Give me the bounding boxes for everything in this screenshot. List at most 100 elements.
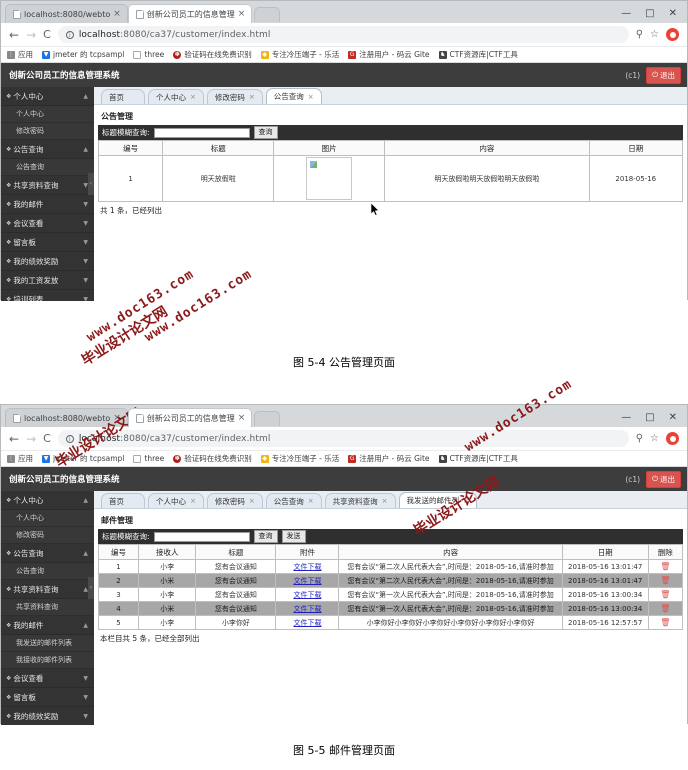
close-icon[interactable]: × (249, 497, 255, 505)
cell-delete[interactable]: 🗑 (647, 587, 684, 602)
bookmark-item[interactable]: ✽ 验证码在线免费识别 (173, 453, 252, 464)
chevron-down-icon[interactable]: ▼ (83, 296, 88, 302)
file-download-link[interactable]: 文件下载 (293, 619, 321, 627)
close-icon[interactable]: × (249, 93, 255, 101)
trash-icon[interactable]: 🗑 (660, 576, 670, 585)
avatar[interactable] (666, 432, 679, 445)
chevron-up-icon[interactable]: ▲ (83, 497, 88, 504)
close-icon[interactable]: × (190, 497, 196, 505)
logout-button[interactable]: ⏻ 退出 (646, 470, 681, 488)
address-bar-2[interactable]: i localhost:8080/ca37/customer/index.htm… (57, 430, 629, 447)
bookmark-item[interactable]: ⋮ 应用 (7, 49, 33, 60)
tab-home[interactable]: 首页 (101, 493, 145, 508)
cell-attachment[interactable]: 文件下载 (275, 573, 340, 588)
tab-change-password[interactable]: 修改密码 × (206, 89, 263, 104)
tab-announcement-query[interactable]: 公告查询 × (265, 493, 322, 508)
chevron-up-icon[interactable]: ▲ (83, 93, 88, 100)
forward-icon[interactable]: → (26, 29, 36, 41)
file-download-link[interactable]: 文件下载 (293, 577, 321, 585)
trash-icon[interactable]: 🗑 (660, 590, 670, 599)
logout-button[interactable]: ⏻ 退出 (646, 66, 681, 84)
sidebar-item-training-list[interactable]: ❖ 培训列表 ▼ (1, 290, 94, 301)
bookmark-star-icon[interactable]: ☆ (650, 29, 659, 40)
bookmark-item[interactable]: G 注册用户 - 码云 Gite (348, 453, 430, 464)
reload-icon[interactable]: C (43, 432, 51, 445)
browser-tab-1[interactable]: localhost:8080/webto × (5, 4, 128, 23)
file-download-link[interactable]: 文件下载 (293, 591, 321, 599)
sidebar-item-my-mail[interactable]: ❖ 我的邮件 ▼ (1, 195, 94, 214)
cell-attachment[interactable]: 文件下载 (275, 601, 340, 616)
file-download-link[interactable]: 文件下载 (293, 563, 321, 571)
sidebar-item-shared-docs[interactable]: ❖ 共享资料查询 ▲ (1, 580, 94, 599)
close-icon[interactable]: × (308, 93, 314, 101)
sidebar-item-shared-docs[interactable]: ❖ 共享资料查询 ▼ (1, 176, 94, 195)
bookmark-item[interactable]: ▼ jmeter 的 tcpsampl (42, 453, 124, 464)
cell-delete[interactable]: 🗑 (647, 601, 684, 616)
avatar[interactable] (666, 28, 679, 41)
chevron-down-icon[interactable]: ▼ (83, 675, 88, 682)
sidebar-subitem-sent-mail[interactable]: 我发送的邮件列表 (1, 635, 94, 652)
maximize-icon[interactable]: □ (645, 9, 654, 19)
sidebar-item-personal-center[interactable]: ❖ 个人中心 ▲ (1, 491, 94, 510)
reload-icon[interactable]: C (43, 28, 51, 41)
close-icon[interactable]: × (308, 497, 314, 505)
sidebar-item-message-board[interactable]: ❖ 留言板 ▼ (1, 688, 94, 707)
close-window-icon[interactable]: ✕ (669, 413, 677, 423)
chevron-up-icon[interactable]: ▲ (83, 622, 88, 629)
tab-shared-docs-query[interactable]: 共享资料查询 × (324, 493, 396, 508)
back-icon[interactable]: ← (9, 433, 19, 445)
bookmark-item[interactable]: three (133, 454, 164, 463)
search-input[interactable] (153, 127, 250, 138)
forward-icon[interactable]: → (26, 433, 36, 445)
chevron-down-icon[interactable]: ▼ (83, 220, 88, 227)
minimize-icon[interactable]: — (621, 9, 631, 19)
info-icon[interactable]: i (65, 30, 74, 39)
sidebar-item-my-mail[interactable]: ❖ 我的邮件 ▲ (1, 616, 94, 635)
chevron-down-icon[interactable]: ▼ (83, 258, 88, 265)
file-download-link[interactable]: 文件下载 (293, 605, 321, 613)
tab-personal-center[interactable]: 个人中心 × (148, 493, 204, 508)
bookmark-item[interactable]: ♞ CTF资源库|CTF工具 (438, 453, 518, 464)
sidebar-item-performance-bonus[interactable]: ❖ 我的绩效奖励 ▼ (1, 252, 94, 271)
browser-tab-2[interactable]: 创新公司员工的信息管理 × (127, 408, 253, 427)
search-icon[interactable]: ⚲ (636, 433, 643, 444)
maximize-icon[interactable]: □ (645, 413, 654, 423)
bookmark-item[interactable]: ⋮ 应用 (7, 453, 33, 464)
sidebar-item-meetings[interactable]: ❖ 会议查看 ▼ (1, 214, 94, 233)
sidebar-subitem-announcement-query[interactable]: 公告查询 (1, 563, 94, 580)
search-button[interactable]: 查询 (253, 126, 278, 139)
address-bar-1[interactable]: i localhost:8080/ca37/customer/index.htm… (57, 26, 629, 43)
search-input[interactable] (153, 531, 250, 542)
sidebar-subitem-received-mail[interactable]: 我接收的邮件列表 (1, 652, 94, 669)
cell-delete[interactable]: 🗑 (647, 559, 684, 574)
chevron-down-icon[interactable]: ▼ (83, 694, 88, 701)
send-button[interactable]: 发送 (281, 530, 306, 543)
bookmark-item[interactable]: G 注册用户 - 码云 Gite (348, 49, 430, 60)
new-tab-button[interactable] (254, 411, 281, 426)
close-icon[interactable]: × (382, 497, 388, 505)
bookmark-star-icon[interactable]: ☆ (650, 433, 659, 444)
trash-icon[interactable]: 🗑 (660, 562, 670, 571)
cell-delete[interactable]: 🗑 (647, 615, 684, 630)
sidebar-item-announcement-query[interactable]: ❖ 公告查询 ▲ (1, 140, 94, 159)
bookmark-item[interactable]: ◆ 专注冷压端子 - 乐活 (260, 49, 339, 60)
bookmark-item[interactable]: ◆ 专注冷压端子 - 乐活 (260, 453, 339, 464)
sidebar-subitem-announcement-query[interactable]: 公告查询 (1, 159, 94, 176)
close-icon[interactable]: × (190, 93, 196, 101)
cell-attachment[interactable]: 文件下载 (275, 615, 340, 630)
trash-icon[interactable]: 🗑 (660, 604, 670, 613)
tab-personal-center[interactable]: 个人中心 × (148, 89, 204, 104)
search-icon[interactable]: ⚲ (636, 29, 643, 40)
sidebar-item-message-board[interactable]: ❖ 留言板 ▼ (1, 233, 94, 252)
sidebar-item-meetings[interactable]: ❖ 会议查看 ▼ (1, 669, 94, 688)
minimize-icon[interactable]: — (621, 413, 631, 423)
trash-icon[interactable]: 🗑 (660, 618, 670, 627)
chevron-down-icon[interactable]: ▼ (83, 713, 88, 720)
cell-attachment[interactable]: 文件下载 (275, 587, 340, 602)
cell-delete[interactable]: 🗑 (647, 573, 684, 588)
sidebar-item-salary[interactable]: ❖ 我的工资发放 ▼ (1, 271, 94, 290)
sidebar-item-performance-bonus[interactable]: ❖ 我的绩效奖励 ▼ (1, 707, 94, 725)
back-icon[interactable]: ← (9, 29, 19, 41)
close-icon[interactable]: × (238, 9, 246, 19)
close-icon[interactable]: × (113, 413, 121, 423)
